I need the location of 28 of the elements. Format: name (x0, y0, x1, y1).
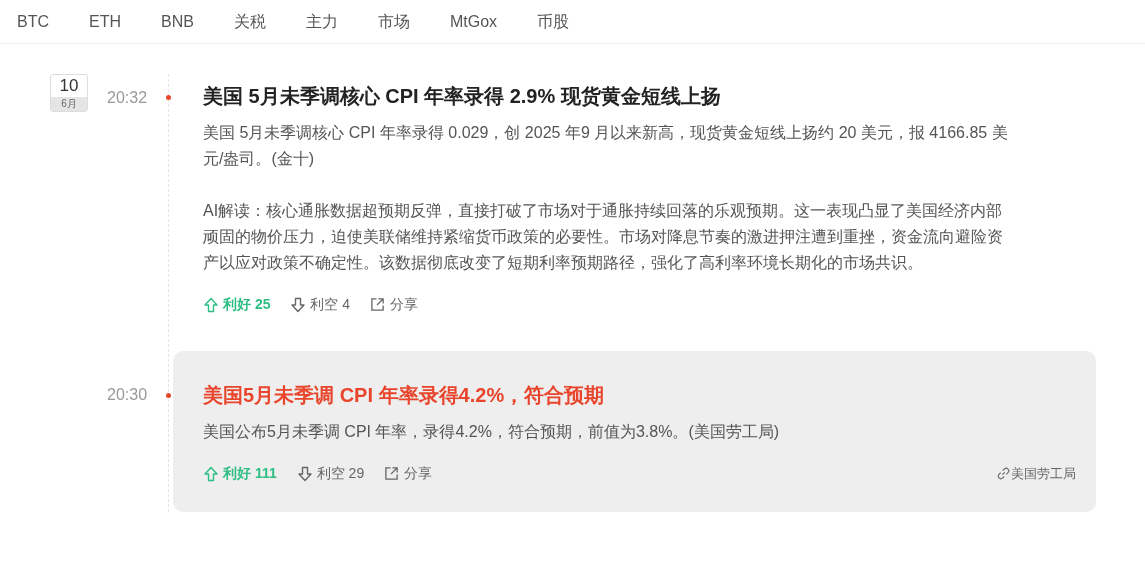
link-icon (997, 467, 1010, 480)
category-tab[interactable]: MtGox (449, 9, 498, 34)
news-paragraph: 美国公布5月未季调 CPI 年率，录得4.2%，符合预期，前值为3.8%。(美国劳工局) (203, 422, 781, 442)
category-tab[interactable]: 市场 (377, 9, 410, 34)
news-time: 20:32 (107, 88, 148, 108)
arrow-down-icon (290, 296, 307, 313)
share-icon (370, 297, 386, 312)
news-time: 20:30 (107, 385, 148, 405)
source-link[interactable]: 美国劳工局 (997, 463, 1076, 484)
arrow-up-icon (203, 465, 219, 482)
date-day: 10 (59, 75, 79, 97)
share-icon (384, 466, 400, 481)
bearish-button[interactable]: 利空 29 (296, 463, 365, 484)
share-button[interactable]: 分享 (384, 463, 433, 484)
news-title[interactable]: 美国 5月未季调核心 CPI 年率录得 2.9% 现货黄金短线上扬 (203, 82, 1076, 110)
news-paragraph: 美国 5月未季调核心 CPI 年率录得 0.029，创 2025 年9 月以来新高，现货黄金短线上扬约 20 美元，报 4166.85 美元/盎司。(金十) (203, 123, 1009, 169)
category-tab[interactable]: BNB (161, 9, 194, 34)
category-tab[interactable]: 主力 (305, 9, 338, 34)
date-month: 6月 (51, 97, 87, 111)
category-tab[interactable]: 关税 (233, 9, 266, 34)
arrow-down-icon (296, 465, 313, 482)
category-tab[interactable]: ETH (89, 9, 121, 34)
arrow-up-icon (203, 296, 219, 313)
news-paragraph: AI解读：核心通胀数据超预期反弹，直接打破了市场对于通胀持续回落的乐观预期。这一表现凸显了美国经济内部顽固的物价压力，迫使美联储维持紧缩货币政策的必要性。市场对降息节奏的激进押注遭到重挫，资金流向避险资产以应对政策不确定性。该数据彻底改变了短期利率预期路径，强化了高利率环境长期化的市场共识。 (203, 201, 1004, 273)
category-tab[interactable]: 币股 (537, 9, 570, 34)
bearish-button[interactable]: 利空 4 (290, 294, 351, 315)
share-button[interactable]: 分享 (370, 294, 419, 315)
category-tab[interactable]: BTC (17, 9, 49, 34)
